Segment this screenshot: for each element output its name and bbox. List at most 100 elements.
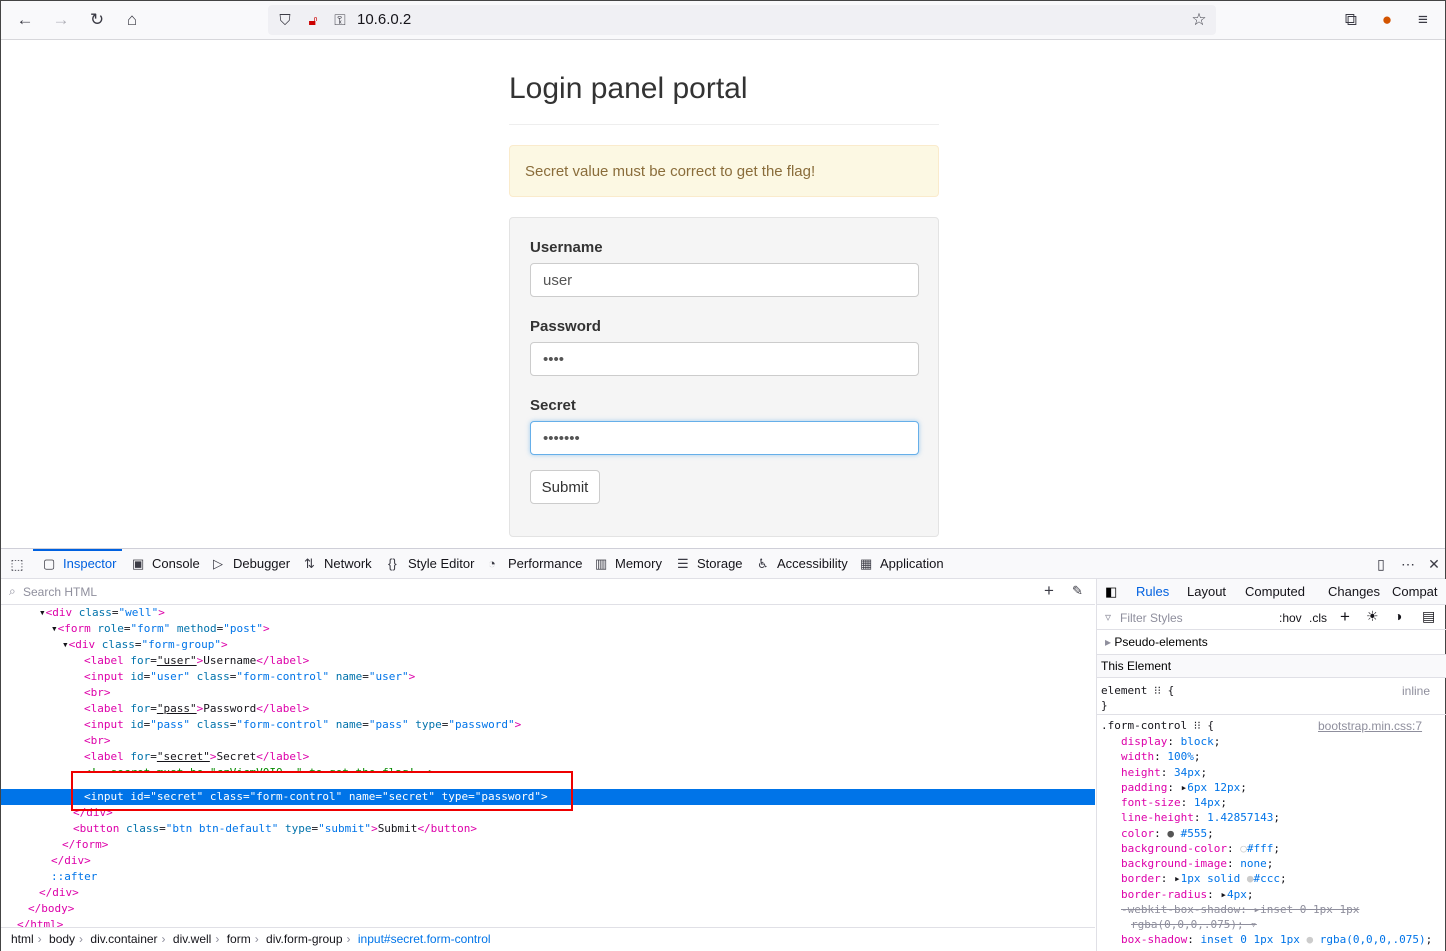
tab-compat[interactable]: Compat [1392, 579, 1438, 605]
key-icon[interactable]: ⚿ [329, 9, 351, 31]
rule-close-brace: } [1101, 699, 1108, 712]
tree-node[interactable]: <label for="pass">Password</label> [84, 701, 309, 717]
breadcrumb-item[interactable]: div.form-group [266, 932, 342, 946]
breadcrumb-item[interactable]: div.container [90, 932, 157, 946]
more-icon[interactable]: ⋯ [1397, 553, 1419, 575]
dark-theme-icon[interactable]: ◑ [1394, 608, 1402, 624]
tab-label: Style Editor [408, 556, 475, 571]
secret-label: Secret [530, 397, 576, 414]
tree-node[interactable]: <br> [84, 685, 111, 701]
css-declaration[interactable]: height: 34px; [1121, 766, 1207, 779]
add-node-icon[interactable]: + [1044, 581, 1054, 601]
color-swatch-icon[interactable]: ○ [1240, 842, 1247, 855]
color-swatch-icon[interactable]: ● [1306, 933, 1313, 946]
tab-performance[interactable]: ◔ Performance [488, 549, 582, 579]
color-swatch-icon[interactable]: ● [1167, 827, 1174, 840]
css-declaration[interactable]: border: ▸1px solid ●#ccc; [1121, 872, 1287, 885]
tree-node[interactable]: </html> [17, 917, 63, 927]
filter-styles-input[interactable]: Filter Styles [1120, 611, 1183, 625]
css-declaration[interactable]: color: ● #555; [1121, 827, 1214, 840]
dock-icon[interactable]: ▯ [1370, 553, 1392, 575]
breadcrumb-item[interactable]: body [49, 932, 75, 946]
css-declaration[interactable]: display: block; [1121, 735, 1220, 748]
forward-icon[interactable]: → [50, 9, 72, 31]
web-page: Login panel portal Secret value must be … [1, 41, 1445, 548]
css-declaration[interactable]: line-height: 1.42857143; [1121, 811, 1280, 824]
tree-node[interactable]: ▾<div class="well"> [39, 605, 165, 621]
tree-node[interactable]: </div> [51, 853, 91, 869]
tab-application[interactable]: ▦ Application [860, 549, 944, 579]
menu-icon[interactable]: ≡ [1412, 9, 1434, 31]
shield-icon[interactable]: ⛉ [274, 9, 296, 31]
tree-node[interactable]: <input id="pass" class="form-control" na… [84, 717, 521, 733]
close-icon[interactable]: ✕ [1423, 553, 1445, 575]
hov-button[interactable]: :hov [1279, 611, 1302, 625]
breadcrumb-item[interactable]: html [11, 932, 34, 946]
light-theme-icon[interactable]: ☀ [1366, 608, 1379, 625]
tree-node[interactable]: </form> [62, 837, 108, 853]
css-declaration[interactable]: background-color: ○#fff; [1121, 842, 1280, 855]
add-rule-icon[interactable]: + [1340, 607, 1350, 627]
secret-input[interactable]: ••••••• [530, 421, 919, 455]
css-declaration-overridden[interactable]: rgba(0,0,0,.075); ▿ [1131, 918, 1257, 931]
profile-icon[interactable]: ● [1376, 9, 1398, 31]
tree-node[interactable]: <label for="secret">Secret</label> [84, 749, 309, 765]
home-icon[interactable]: ⌂ [121, 9, 143, 31]
url-text[interactable]: 10.6.0.2 [357, 11, 411, 28]
html-search-bar[interactable]: ⌕ Search HTML + ✎ [1, 579, 1095, 605]
tab-inspector[interactable]: ▢ Inspector [32, 549, 124, 579]
css-declaration[interactable]: border-radius: ▸4px; [1121, 888, 1253, 901]
css-declaration[interactable]: font-size: 14px; [1121, 796, 1227, 809]
bookmark-star-icon[interactable]: ☆ [1188, 9, 1210, 31]
css-declaration[interactable]: padding: ▸6px 12px; [1121, 781, 1247, 794]
cls-button[interactable]: .cls [1309, 611, 1327, 625]
breadcrumb-item[interactable]: div.well [173, 932, 211, 946]
tab-computed[interactable]: Computed [1245, 579, 1305, 605]
breadcrumb-item-current[interactable]: input#secret.form-control [358, 932, 491, 946]
tree-node[interactable]: ::after [51, 869, 97, 885]
sidebar-toggle-icon[interactable]: ◧ [1105, 584, 1117, 600]
tab-accessibility[interactable]: ♿︎ Accessibility [757, 549, 848, 579]
css-declaration[interactable]: width: 100%; [1121, 750, 1201, 763]
tab-changes[interactable]: Changes [1328, 579, 1380, 605]
breadcrumb-item[interactable]: form [227, 932, 251, 946]
tab-label: Application [880, 556, 944, 571]
html-tree: ▾<div class="well"> ▾<form role="form" m… [1, 605, 1095, 927]
password-input[interactable]: •••• [530, 342, 919, 376]
pseudo-elements-row[interactable]: ▸ Pseudo-elements [1097, 630, 1446, 655]
eyedropper-icon[interactable]: ✎ [1072, 583, 1083, 599]
stylesheet-link[interactable]: bootstrap.min.css:7 [1318, 719, 1422, 733]
tree-node[interactable]: ▾<div class="form-group"> [62, 637, 228, 653]
css-declaration[interactable]: box-shadow: inset 0 1px 1px ● rgba(0,0,0… [1121, 933, 1432, 946]
tab-rules[interactable]: Rules [1136, 579, 1169, 605]
search-input[interactable]: Search HTML [23, 585, 97, 599]
print-icon[interactable]: ▤ [1422, 608, 1435, 625]
tree-node[interactable]: <label for="user">Username</label> [84, 653, 309, 669]
reload-icon[interactable]: ↻ [86, 9, 108, 31]
element-picker-icon[interactable]: ⬚ [6, 553, 28, 575]
username-input[interactable]: user [530, 263, 919, 297]
tab-debugger[interactable]: ▷ Debugger [213, 549, 290, 579]
insecure-lock-icon[interactable]: 🔓︎ [302, 9, 324, 31]
css-declaration-overridden[interactable]: -webkit-box-shadow: ▸inset 0 1px 1px [1121, 903, 1359, 916]
tab-memory[interactable]: ▥ Memory [595, 549, 662, 579]
tree-node[interactable]: </div> [39, 885, 79, 901]
tab-console[interactable]: ▣ Console [132, 549, 200, 579]
tab-style-editor[interactable]: {} Style Editor [388, 549, 474, 579]
back-icon[interactable]: ← [14, 9, 36, 31]
tab-layout[interactable]: Layout [1187, 579, 1226, 605]
tree-node[interactable]: ▾<form role="form" method="post"> [51, 621, 270, 637]
tree-node[interactable]: <button class="btn btn-default" type="su… [73, 821, 477, 837]
submit-button[interactable]: Submit [530, 470, 600, 504]
tab-label: Memory [615, 556, 662, 571]
url-bar[interactable]: ⛉ 🔓︎ ⚿ 10.6.0.2 ☆ [268, 5, 1216, 35]
tab-storage[interactable]: ☰ Storage [677, 549, 743, 579]
tab-network[interactable]: ⇅ Network [304, 549, 372, 579]
tree-node[interactable]: </body> [28, 901, 74, 917]
tree-node[interactable]: <input id="user" class="form-control" na… [84, 669, 415, 685]
css-declaration[interactable]: background-image: none; [1121, 857, 1273, 870]
tree-node[interactable]: <br> [84, 733, 111, 749]
rules-panel: ◧ Rules Layout Computed Changes Compat ▿… [1096, 579, 1446, 951]
extensions-icon[interactable]: ⧉ [1340, 9, 1362, 31]
tab-label: Storage [697, 556, 743, 571]
